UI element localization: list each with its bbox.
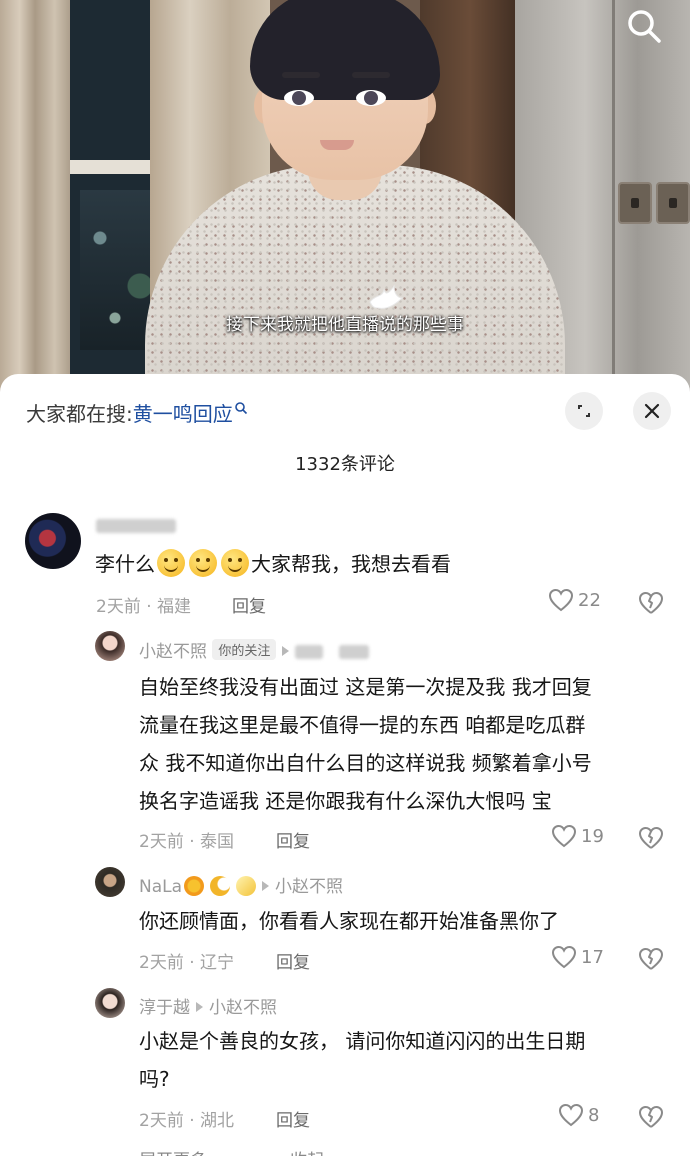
reply-text: 你还顾情面，你看看人家现在都开始准备黑你了: [139, 902, 679, 940]
avatar-eye: [284, 90, 314, 106]
broken-heart-icon[interactable]: [638, 590, 664, 616]
like-count: 8: [588, 1104, 600, 1126]
comment-text-part: 大家帮我，我想去看看: [251, 552, 451, 576]
reply-username-row: 小赵不照 你的关注: [139, 637, 369, 662]
avatar-hair: [250, 0, 440, 100]
reply-arrow-icon: [196, 1002, 203, 1012]
like-button[interactable]: 19: [551, 824, 604, 848]
broken-heart-icon[interactable]: [638, 825, 664, 851]
heart-icon: [548, 588, 574, 612]
smile-emoji-icon: [189, 549, 217, 577]
reply-button[interactable]: 回复: [232, 592, 266, 617]
reply-button[interactable]: 回复: [276, 1106, 310, 1131]
following-tag: 你的关注: [212, 639, 277, 660]
reply-username[interactable]: 淳于越: [139, 998, 190, 1018]
wall-socket: [618, 182, 652, 224]
avatar[interactable]: [95, 988, 125, 1018]
smile-emoji-icon: [157, 549, 185, 577]
reply-arrow-icon: [262, 881, 270, 891]
reply-button[interactable]: 回复: [276, 948, 310, 973]
reply-time-location: 2天前 · 辽宁: [139, 953, 235, 973]
trending-search-keyword[interactable]: 黄一鸣回应: [133, 402, 233, 426]
heart-icon: [558, 1103, 584, 1127]
comment-text-part: 李什么: [95, 552, 155, 576]
reply-to-username[interactable]: 小赵不照: [275, 877, 343, 897]
avatar[interactable]: [95, 631, 125, 661]
reply-username-row: NaLa 小赵不照: [139, 872, 343, 897]
sparkle-emoji-icon: [236, 876, 257, 896]
like-count: 22: [578, 589, 601, 611]
avatar[interactable]: [25, 513, 81, 569]
expand-icon: [578, 405, 590, 417]
avatar-eyebrow: [282, 72, 320, 78]
search-icon: [628, 10, 661, 43]
heart-icon: [551, 824, 577, 848]
wall-socket: [656, 182, 690, 224]
like-button[interactable]: 17: [551, 945, 604, 969]
video-player[interactable]: 接下来我就把他直播说的那些事: [0, 0, 690, 392]
moon-emoji-icon: [210, 876, 231, 896]
reply-time-location: 2天前 · 湖北: [139, 1111, 235, 1131]
reply-username-row: 淳于越 小赵不照: [139, 993, 277, 1018]
trending-search-prefix: 大家都在搜:: [26, 402, 133, 426]
reply-time-location: 2天前 · 泰国: [139, 832, 235, 852]
avatar-mouth: [320, 140, 354, 150]
sun-emoji-icon: [184, 876, 205, 896]
reply-text-line: 吗?: [139, 1067, 170, 1091]
avatar-eyebrow: [352, 72, 390, 78]
comment-time-location: 2天前 · 福建: [96, 597, 192, 617]
video-search-button[interactable]: [622, 4, 666, 48]
smile-emoji-icon: [221, 549, 249, 577]
like-count: 17: [581, 946, 604, 968]
close-icon: [644, 403, 660, 419]
like-button[interactable]: 8: [558, 1103, 599, 1127]
reply-text: 小赵是个善良的女孩， 请问你知道闪闪的出生日期 吗?: [139, 1022, 679, 1098]
expand-more-replies[interactable]: 展开更多: [139, 1146, 207, 1156]
reply-username[interactable]: 小赵不照: [139, 642, 207, 662]
reply-text-line: 你还顾情面，你看看人家现在都开始准备黑你了: [139, 909, 559, 933]
reply-arrow-icon: [282, 646, 290, 656]
reply-text-line: 小赵是个善良的女孩， 请问你知道闪闪的出生日期: [139, 1029, 586, 1053]
comment-text: 李什么 大家帮我，我想去看看: [95, 545, 451, 583]
reply-text-line: 众 我不知道你出自什么目的这样说我 频繁着拿小号: [139, 751, 592, 775]
avatar-eye: [356, 90, 386, 106]
comment-username-redacted[interactable]: [96, 516, 176, 536]
reply-text: 自始至终我没有出面过 这是第一次提及我 我才回复 流量在我这里是最不值得一提的东…: [139, 668, 679, 820]
reply-button[interactable]: 回复: [276, 827, 310, 852]
reply-to-username[interactable]: 小赵不照: [209, 998, 277, 1018]
reply-text-line: 自始至终我没有出面过 这是第一次提及我 我才回复: [139, 675, 592, 699]
comment-sheet: 大家都在搜:黄一鸣回应 1332条评论 李什么 大家帮我，我想去看看 2天前 · …: [0, 374, 690, 1156]
heart-icon: [551, 945, 577, 969]
search-icon: [234, 402, 247, 415]
reply-text-line: 换名字造谣我 还是你跟我有什么深仇大恨吗 宝: [139, 789, 552, 813]
reply-username[interactable]: NaLa: [139, 877, 182, 897]
broken-heart-icon[interactable]: [638, 1104, 664, 1130]
like-count: 19: [581, 825, 604, 847]
reply-text-line: 流量在我这里是最不值得一提的东西 咱都是吃瓜群: [139, 713, 586, 737]
video-subtitle: 接下来我就把他直播说的那些事: [226, 315, 464, 335]
redacted-name: [338, 645, 369, 659]
comment-count: 1332条评论: [295, 454, 395, 475]
trending-search[interactable]: 大家都在搜:黄一鸣回应: [26, 398, 248, 427]
expand-button[interactable]: [565, 392, 603, 430]
broken-heart-icon[interactable]: [638, 946, 664, 972]
collapse-replies[interactable]: 收起: [290, 1146, 324, 1156]
close-button[interactable]: [633, 392, 671, 430]
redacted-name: [295, 645, 324, 659]
like-button[interactable]: 22: [548, 588, 601, 612]
avatar[interactable]: [95, 867, 125, 897]
